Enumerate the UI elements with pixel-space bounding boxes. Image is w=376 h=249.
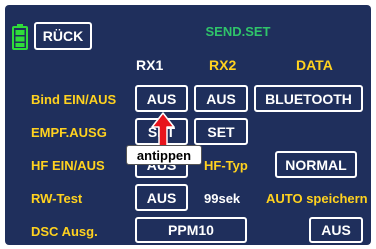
column-header-data: DATA xyxy=(296,57,333,73)
rw-rx1-button[interactable]: AUS xyxy=(135,184,188,211)
bind-rx2-button[interactable]: AUS xyxy=(194,85,248,112)
bind-data-button[interactable]: BLUETOOTH xyxy=(254,85,363,112)
dsc-mode-button[interactable]: PPM10 xyxy=(135,217,247,243)
hf-typ-label: HF-Typ xyxy=(204,158,248,173)
row-label-empf: EMPF.AUSG xyxy=(31,125,107,140)
rw-time-value: 99sek xyxy=(204,191,241,206)
row-label-rw-test: RW-Test xyxy=(31,191,83,206)
column-header-rx1: RX1 xyxy=(136,57,164,73)
transmitter-screen: RÜCK SEND.SET RX1 RX2 DATA Bind EIN/AUS … xyxy=(5,5,371,245)
empf-rx2-button[interactable]: SET xyxy=(194,118,248,145)
dsc-auto-button[interactable]: AUS xyxy=(309,217,363,243)
row-label-bind: Bind EIN/AUS xyxy=(31,92,117,107)
column-header-rx2: RX2 xyxy=(209,57,237,73)
auto-save-label: AUTO speichern xyxy=(266,191,368,206)
row-label-hf: HF EIN/AUS xyxy=(31,158,105,173)
tap-hint-callout: antippen xyxy=(126,145,202,165)
screen-title: SEND.SET xyxy=(205,24,271,39)
bind-rx1-button[interactable]: AUS xyxy=(135,85,188,112)
row-label-dsc: DSC Ausg. xyxy=(31,224,98,239)
hf-typ-button[interactable]: NORMAL xyxy=(275,151,357,178)
